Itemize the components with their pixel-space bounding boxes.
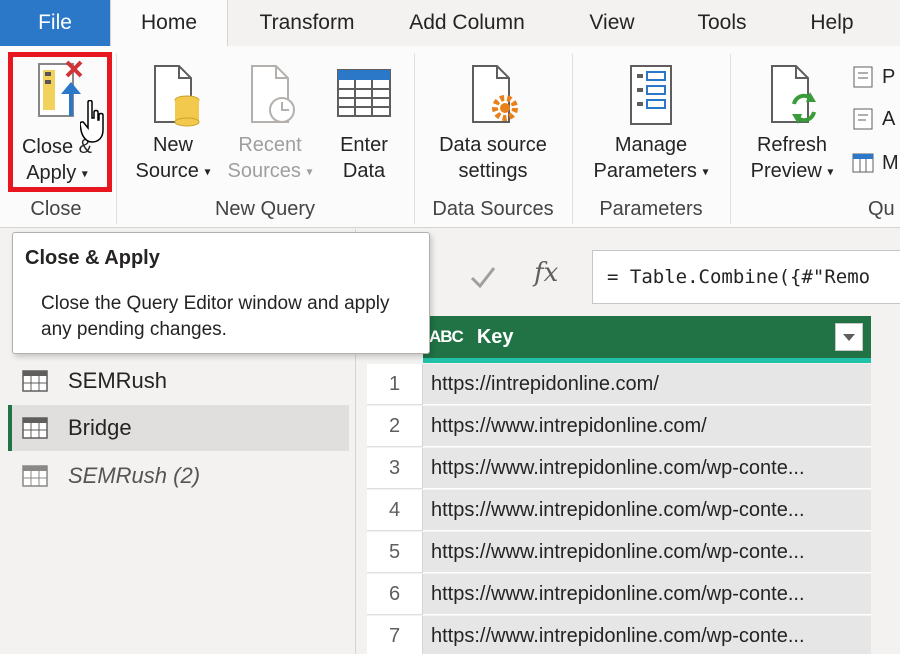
new-source-button[interactable]: New Source ▾ xyxy=(128,46,218,191)
row-number[interactable]: 4 xyxy=(367,490,423,531)
table-cell[interactable]: https://www.intrepidonline.com/wp-conte.… xyxy=(423,490,871,531)
tab-add-column[interactable]: Add Column xyxy=(386,0,548,46)
small-item-label-1: P xyxy=(882,65,896,88)
query-name: SEMRush (2) xyxy=(68,463,201,488)
query-item-bridge[interactable]: Bridge xyxy=(8,405,349,451)
check-icon[interactable] xyxy=(466,260,500,294)
row-number[interactable]: 5 xyxy=(367,532,423,573)
table-grid-icon xyxy=(337,69,391,117)
query-name: SEMRush xyxy=(68,368,168,393)
table-cell[interactable]: https://www.intrepidonline.com/wp-conte.… xyxy=(423,448,871,489)
group-label-query: Qu xyxy=(868,198,895,220)
row-number[interactable]: 7 xyxy=(367,616,423,654)
group-label-new-query: New Query xyxy=(214,198,316,220)
data-source-settings-button[interactable]: Data source settings xyxy=(426,46,560,191)
column-header-label: Key xyxy=(476,325,514,348)
table-cell[interactable]: https://www.intrepidonline.com/wp-conte.… xyxy=(423,574,871,615)
tab-file[interactable]: File xyxy=(0,0,110,46)
recent-sources-caret: ▾ xyxy=(306,164,313,179)
column-filter-button[interactable] xyxy=(835,323,863,351)
table-small-icon xyxy=(852,153,874,173)
enter-data-button[interactable]: Enter Data xyxy=(326,46,402,191)
tab-tools[interactable]: Tools xyxy=(676,0,768,46)
new-source-label-line2: Source xyxy=(135,160,199,182)
data-source-settings-label-line2: settings xyxy=(458,160,528,182)
chevron-down-icon xyxy=(843,334,855,341)
text-type-icon[interactable]: ABC xyxy=(429,327,464,347)
group-label-close: Close xyxy=(30,198,82,220)
parameters-icon xyxy=(630,65,672,125)
properties-button[interactable]: P xyxy=(852,62,895,92)
table-cell[interactable]: https://intrepidonline.com/ xyxy=(423,364,871,405)
tab-transform[interactable]: Transform xyxy=(228,0,386,46)
tooltip-title: Close & Apply xyxy=(25,247,160,269)
column-quality-bar xyxy=(423,358,871,363)
ribbon-home: Close & Apply ▾ New Source ▾ Recent Sour… xyxy=(0,46,900,228)
recent-sources-label-line2: Sources xyxy=(227,160,301,182)
refresh-icon xyxy=(771,65,816,124)
row-number[interactable]: 1 xyxy=(367,364,423,405)
settings-gear-icon xyxy=(472,65,518,123)
refresh-preview-label-line1: Refresh xyxy=(756,134,828,156)
tab-home[interactable]: Home xyxy=(110,0,228,46)
recent-sources-label-line1: Recent xyxy=(238,134,302,156)
query-item-semrush[interactable]: SEMRush xyxy=(8,358,349,404)
new-source-caret: ▾ xyxy=(204,164,211,179)
mouse-cursor-icon xyxy=(80,100,104,143)
manage-parameters-label-line2: Parameters xyxy=(593,160,697,182)
close-apply-tooltip: Close & Apply Close the Query Editor win… xyxy=(12,232,430,354)
power-query-editor: File Home Transform Add Column View Tool… xyxy=(0,0,900,654)
tooltip-body: Close the Query Editor window and apply … xyxy=(41,293,390,340)
new-source-label-line1: New xyxy=(152,134,193,156)
small-item-label-3: M xyxy=(882,151,899,174)
data-grid: ABC Key 1 https://intrepidonline.com/ 2 … xyxy=(367,316,871,654)
table-row: 4 https://www.intrepidonline.com/wp-cont… xyxy=(367,490,871,532)
query-name: Bridge xyxy=(68,415,132,440)
new-source-icon xyxy=(154,65,200,127)
row-number[interactable]: 2 xyxy=(367,406,423,447)
table-row: 5 https://www.intrepidonline.com/wp-cont… xyxy=(367,532,871,574)
refresh-preview-label-line2: Preview xyxy=(750,160,822,182)
manage-parameters-caret: ▾ xyxy=(702,164,709,179)
row-number[interactable]: 3 xyxy=(367,448,423,489)
properties-icon xyxy=(853,66,873,88)
ribbon-tab-bar: File Home Transform Add Column View Tool… xyxy=(0,0,900,46)
refresh-preview-button[interactable]: Refresh Preview ▾ xyxy=(740,46,844,191)
tab-help[interactable]: Help xyxy=(768,0,896,46)
formula-input[interactable]: = Table.Combine({#"Remo xyxy=(592,250,900,304)
manage-parameters-label-line1: Manage xyxy=(614,134,688,156)
table-row: 1 https://intrepidonline.com/ xyxy=(367,364,871,406)
query-item-semrush-2[interactable]: SEMRush (2) xyxy=(8,453,349,499)
table-cell[interactable]: https://www.intrepidonline.com/wp-conte.… xyxy=(423,616,871,654)
enter-data-label-line1: Enter xyxy=(340,134,388,156)
table-row: 6 https://www.intrepidonline.com/wp-cont… xyxy=(367,574,871,616)
formula-bar: fx = Table.Combine({#"Remo xyxy=(430,250,900,304)
column-header-key[interactable]: ABC Key xyxy=(423,316,871,358)
row-number[interactable]: 6 xyxy=(367,574,423,615)
tab-view[interactable]: View xyxy=(548,0,676,46)
table-cell[interactable]: https://www.intrepidonline.com/ xyxy=(423,406,871,447)
small-item-label-2: A xyxy=(882,107,896,130)
table-icon xyxy=(22,465,48,487)
recent-sources-button[interactable]: Recent Sources ▾ xyxy=(222,46,318,191)
table-row: 3 https://www.intrepidonline.com/wp-cont… xyxy=(367,448,871,490)
group-separator xyxy=(730,54,731,224)
advanced-editor-button[interactable]: A xyxy=(852,104,895,134)
table-row: 7 https://www.intrepidonline.com/wp-cont… xyxy=(367,616,871,654)
table-icon xyxy=(22,417,48,439)
table-icon xyxy=(22,370,48,392)
group-label-parameters: Parameters xyxy=(599,198,703,220)
fx-icon[interactable]: fx xyxy=(534,258,558,288)
advanced-editor-icon xyxy=(853,108,873,130)
recent-sources-icon xyxy=(251,65,295,123)
manage-button[interactable]: M xyxy=(852,148,899,178)
refresh-preview-caret: ▾ xyxy=(827,164,834,179)
data-source-settings-label-line1: Data source xyxy=(439,134,547,156)
manage-parameters-button[interactable]: Manage Parameters ▾ xyxy=(584,46,718,191)
table-row: 2 https://www.intrepidonline.com/ xyxy=(367,406,871,448)
table-cell[interactable]: https://www.intrepidonline.com/wp-conte.… xyxy=(423,532,871,573)
enter-data-label-line2: Data xyxy=(342,160,386,182)
group-label-data-sources: Data Sources xyxy=(432,198,554,220)
